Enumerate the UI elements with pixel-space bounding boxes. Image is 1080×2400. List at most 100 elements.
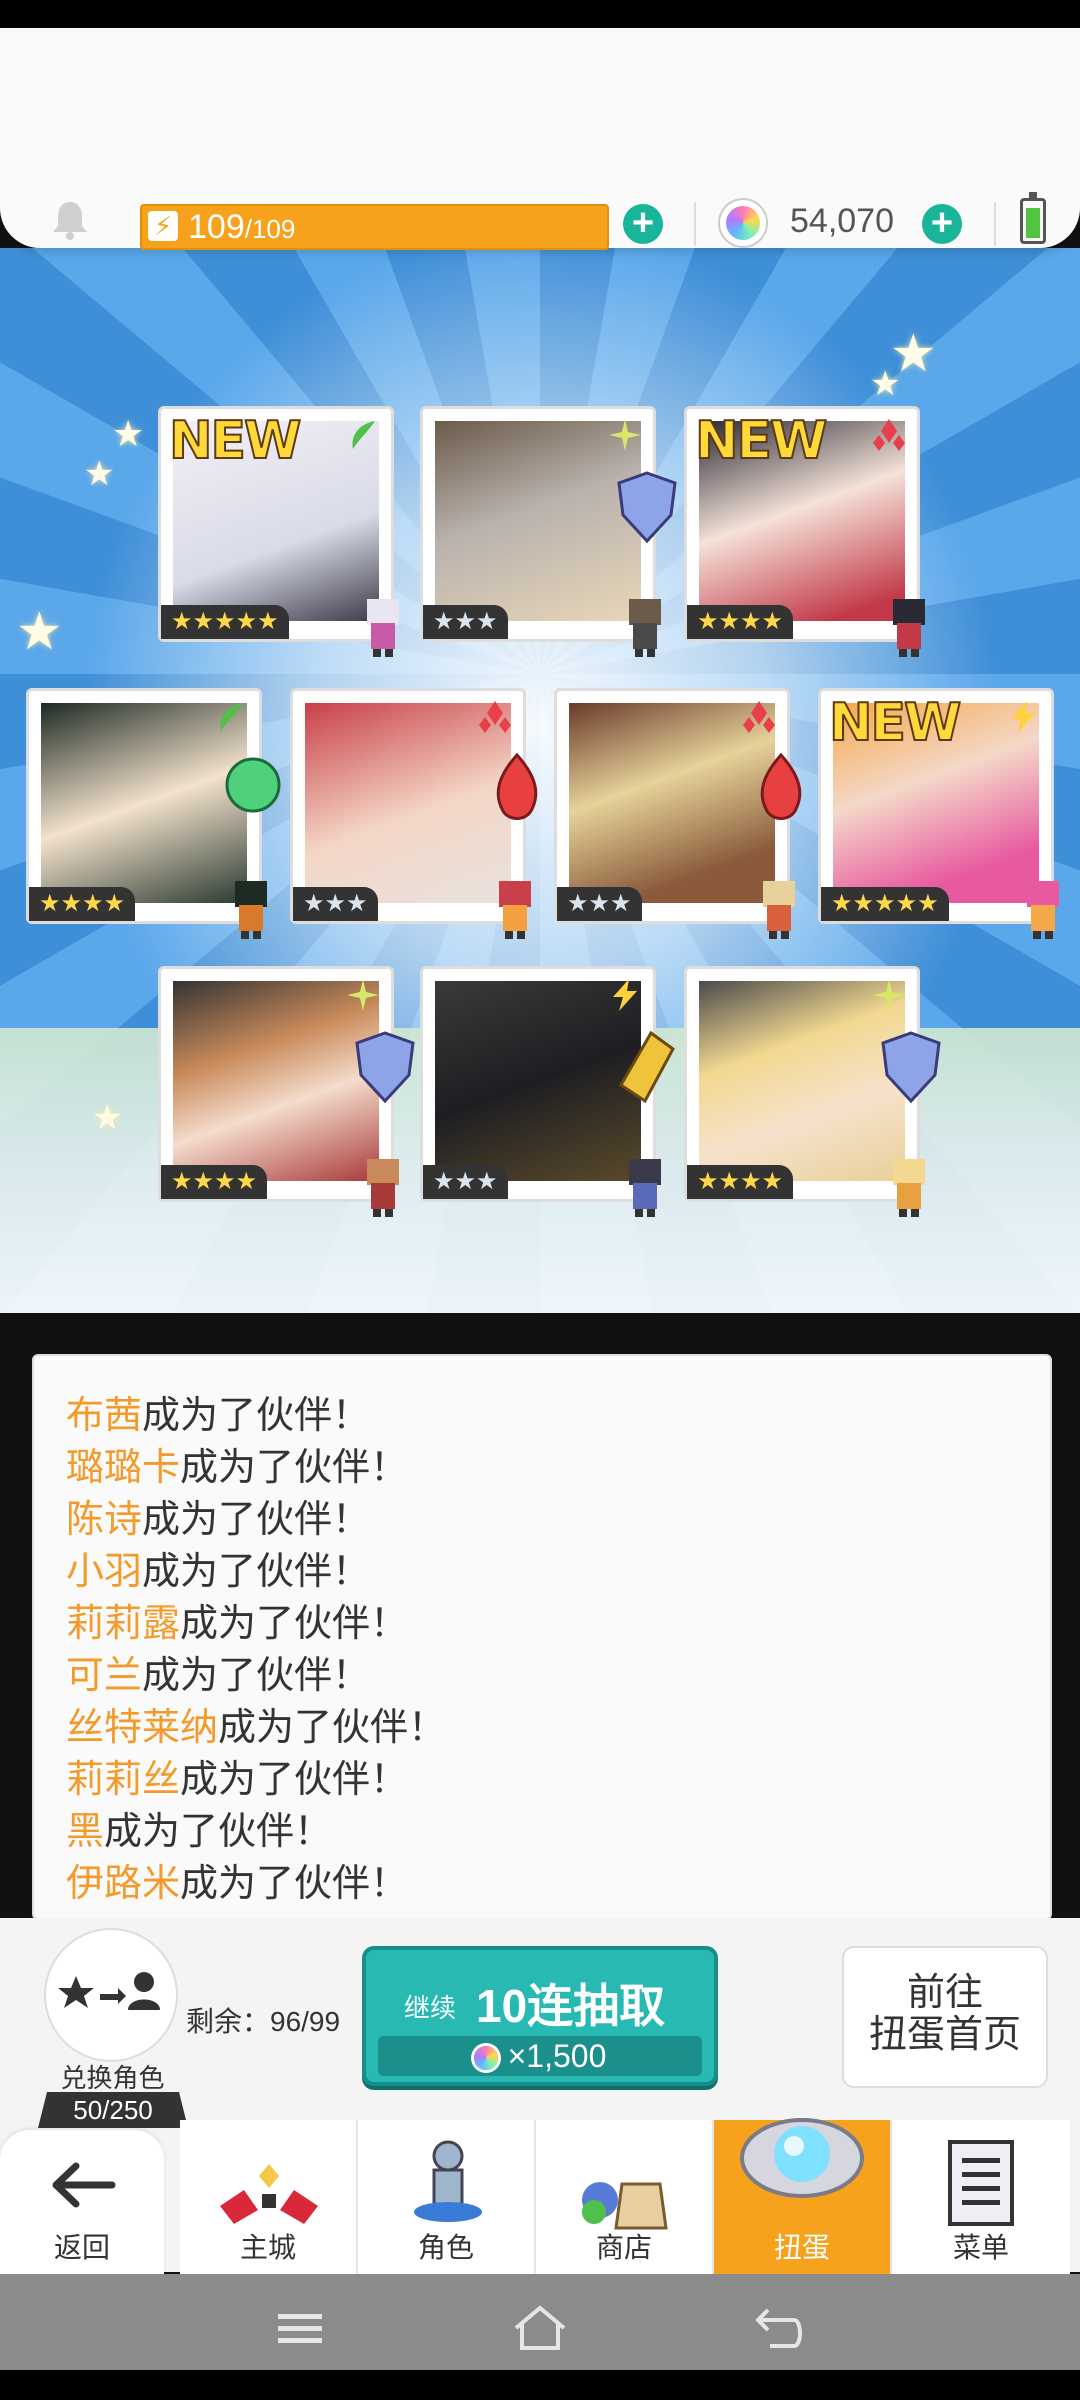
fire-weapon-icon — [496, 752, 538, 820]
nav-label: 主城 — [239, 2232, 296, 2263]
nav-label: 角色 — [417, 2232, 474, 2263]
wind-element-icon — [352, 421, 375, 449]
divider — [694, 202, 696, 246]
character-card[interactable]: ★★★ — [420, 966, 675, 1217]
log-line: 丝特莱纳成为了伙伴！ — [66, 1707, 447, 1749]
home-icon[interactable] — [510, 2302, 570, 2354]
log-line: 布茜成为了伙伴！ — [66, 1395, 371, 1437]
add-gems-button[interactable]: + — [922, 204, 962, 244]
nav-shop[interactable]: 商店 — [536, 2120, 714, 2274]
light-element-icon — [873, 979, 905, 1011]
bell-icon[interactable] — [48, 198, 92, 242]
exchange-character-button[interactable] — [46, 1930, 176, 2060]
character-card[interactable]: ★★★★ — [158, 966, 415, 1217]
log-line: 伊路米成为了伙伴！ — [66, 1863, 409, 1905]
rarity-stars: ★★★ — [293, 887, 378, 921]
rarity-stars: ★★★ — [423, 605, 508, 639]
rarity-stars: ★★★★ — [29, 887, 136, 921]
character-card[interactable]: NEW ★★★★ — [684, 406, 925, 657]
rarity-stars: ★★★★ — [687, 605, 794, 639]
system-nav-bar — [0, 2274, 1080, 2400]
chibi-sprite-icon — [629, 599, 661, 657]
ten-pull-label: 10连抽取 — [476, 1980, 666, 2032]
chibi-sprite-icon — [763, 881, 795, 939]
shield-weapon-icon — [355, 1031, 415, 1104]
wind-weapon-icon — [225, 757, 281, 813]
continue-label: 继续 — [404, 1993, 457, 2023]
recruit-log: 布茜成为了伙伴！ 璐璐卡成为了伙伴！ 陈诗成为了伙伴！ 小羽成为了伙伴！ 莉莉露… — [32, 1354, 1052, 1920]
bottom-nav: 主城 角色 商店 扭蛋 菜单 — [0, 2118, 1080, 2274]
character-card[interactable]: ★★★ — [290, 688, 538, 939]
chibi-sprite-icon — [893, 1159, 925, 1217]
nav-label: 菜单 — [952, 2232, 1009, 2263]
status-bar — [0, 0, 1080, 28]
log-line: 璐璐卡成为了伙伴！ — [66, 1447, 409, 1489]
log-line: 陈诗成为了伙伴！ — [66, 1499, 371, 1541]
main-city-icon — [220, 2164, 318, 2224]
rarity-stars: ★★★★★ — [821, 887, 949, 921]
new-badge: NEW — [694, 410, 828, 472]
exchange-character-icon — [58, 1972, 160, 2010]
goto-line1: 前往 — [906, 1972, 983, 2014]
top-resource-bar: ⚡ 109/109 + 54,070 + — [0, 28, 1080, 250]
nav-menu[interactable]: 菜单 — [892, 2120, 1070, 2274]
wind-element-icon — [220, 703, 243, 731]
rarity-stars: ★★★ — [557, 887, 642, 921]
sparkle-star-icon: ★ — [870, 365, 901, 403]
character-card[interactable]: ★★★★ — [684, 966, 941, 1217]
rarity-stars: ★★★ — [423, 1165, 508, 1199]
new-badge: NEW — [168, 410, 302, 472]
chibi-sprite-icon — [367, 599, 399, 657]
rarity-stars: ★★★★ — [161, 1165, 268, 1199]
menu-icon — [948, 2140, 1014, 2226]
gacha-icon — [740, 2118, 864, 2198]
chibi-sprite-icon — [499, 881, 531, 939]
chibi-sprite-icon — [235, 881, 267, 939]
fire-element-icon — [873, 419, 905, 451]
back-nav-icon[interactable] — [750, 2302, 810, 2354]
shield-weapon-icon — [881, 1031, 941, 1104]
log-line: 可兰成为了伙伴！ — [66, 1655, 371, 1697]
character-card[interactable]: NEW ★★★★★ — [158, 406, 399, 657]
sparkle-star-icon: ★ — [84, 455, 115, 493]
nav-character[interactable]: 角色 — [358, 2120, 536, 2274]
character-card[interactable]: ★★★ — [420, 406, 677, 657]
light-element-icon — [609, 419, 641, 451]
remaining-count: 剩余：96/99 — [186, 2006, 341, 2037]
shield-weapon-icon — [617, 471, 677, 544]
ten-pull-cost: ×1,500 — [378, 2036, 702, 2076]
shop-icon — [582, 2182, 668, 2230]
log-line: 黑成为了伙伴！ — [66, 1811, 333, 1853]
gacha-result-stage: ★ ★ ★ ★ ★ ★ NEW ★★★★★ ★★★ NEW ★★★★ ★★★★ — [0, 248, 1080, 1313]
divider — [994, 202, 996, 246]
fire-weapon-icon — [760, 752, 802, 820]
battery-icon — [1020, 192, 1046, 244]
nav-label: 商店 — [595, 2232, 652, 2263]
exchange-label: 兑换角色 — [60, 2063, 165, 2093]
add-energy-button[interactable]: + — [623, 204, 663, 244]
energy-bar: ⚡ 109/109 — [140, 204, 609, 250]
nav-main-city[interactable]: 主城 — [180, 2120, 358, 2274]
character-card[interactable]: ★★★ — [554, 688, 802, 939]
nav-gacha[interactable]: 扭蛋 — [714, 2118, 892, 2274]
gem-icon — [720, 200, 766, 246]
log-line: 莉莉丝成为了伙伴！ — [66, 1759, 409, 1801]
character-icon — [414, 2140, 482, 2222]
lightning-icon: ⚡ — [148, 211, 178, 241]
chibi-sprite-icon — [1027, 881, 1059, 939]
log-line: 小羽成为了伙伴！ — [66, 1551, 371, 1593]
character-card[interactable]: ★★★★ — [26, 688, 281, 939]
chibi-sprite-icon — [629, 1159, 661, 1217]
go-to-gacha-home-button[interactable]: 前往 扭蛋首页 — [842, 1946, 1048, 2088]
energy-value: 109/109 — [188, 208, 296, 246]
sparkle-star-icon: ★ — [16, 603, 63, 661]
rarity-stars: ★★★★ — [687, 1165, 794, 1199]
character-card[interactable]: NEW ★★★★★ — [818, 688, 1059, 939]
goto-line2: 扭蛋首页 — [868, 2014, 1021, 2056]
thunder-element-icon — [613, 979, 637, 1011]
ten-pull-button[interactable]: 继续 10连抽取 ×1,500 — [362, 1946, 718, 2086]
recent-apps-icon[interactable] — [270, 2302, 330, 2354]
fire-element-icon — [743, 701, 775, 733]
sparkle-star-icon: ★ — [92, 1099, 123, 1137]
thunder-element-icon — [1011, 701, 1035, 733]
